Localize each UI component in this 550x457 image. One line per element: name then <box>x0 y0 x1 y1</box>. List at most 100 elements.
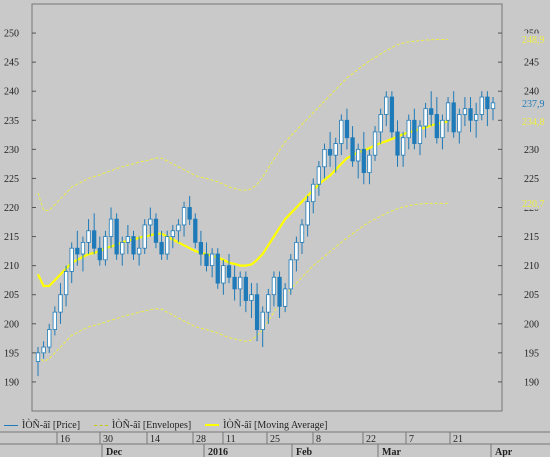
candle-body <box>423 108 428 127</box>
candle-body <box>400 137 406 156</box>
right-value-label: 237,9 <box>522 99 545 110</box>
candle-body <box>468 108 473 121</box>
candle-body <box>266 294 271 313</box>
y-tick-label-right: 210 <box>524 261 539 272</box>
y-axis-left: 190 195 200 205 210 215 220 225 230 235 240 245 250 <box>4 29 36 388</box>
candle-body <box>120 241 125 255</box>
candle-body <box>485 96 490 110</box>
plot-area <box>31 3 503 412</box>
y-tick-label-right: 230 <box>524 145 539 156</box>
candle-body <box>378 114 383 133</box>
legend-item-moving-average: ÌÒÑ-ãî [Moving Average] <box>205 420 327 431</box>
candle-body <box>316 166 322 185</box>
y-tick-label-left: 190 <box>4 377 19 388</box>
candle-body <box>389 96 395 133</box>
legend-label-price: ÌÒÑ-ãî [Price] <box>22 419 81 431</box>
candle-body <box>350 137 355 162</box>
candle-body <box>232 276 237 290</box>
candle-body <box>58 294 63 313</box>
candle-body <box>254 294 260 331</box>
y-tick-label-right: 240 <box>524 87 539 98</box>
candle-body <box>136 247 142 255</box>
candle-body <box>153 218 159 243</box>
candle-body <box>333 143 338 156</box>
x-day-tick-label: 8 <box>316 434 321 445</box>
y-tick-label-left: 245 <box>4 58 19 69</box>
candle-body <box>108 218 114 237</box>
candle-body <box>474 114 479 121</box>
candle-body <box>204 253 209 267</box>
candle-body <box>372 131 378 156</box>
y-tick-label-right: 190 <box>524 377 539 388</box>
candle-body <box>35 352 41 362</box>
x-axis: 16 30 14 28 11 25 8 22 7 21 Dec 2016 Feb Mar Apr <box>0 431 550 457</box>
candle-body <box>457 114 462 133</box>
x-month-label: Apr <box>495 447 513 457</box>
candle-body <box>193 218 198 243</box>
candle-body <box>339 119 344 144</box>
candle-body <box>260 311 265 330</box>
y-tick-label-left: 210 <box>4 261 19 272</box>
legend-swatch-envelopes <box>94 424 109 426</box>
candle-body <box>277 276 282 307</box>
candle <box>288 254 293 295</box>
candle-body <box>165 236 170 255</box>
legend-label-envelopes: ÌÒÑ-ãî [Envelopes] <box>112 419 192 431</box>
candle-body <box>479 96 484 115</box>
candle-body <box>361 148 366 174</box>
x-day-tick-label: 16 <box>60 434 70 445</box>
candle-body <box>406 119 411 139</box>
y-tick-label-right: 205 <box>524 290 539 301</box>
y-tick-label-left: 235 <box>4 116 19 127</box>
candle-body <box>395 131 400 156</box>
x-day-tick-label: 25 <box>270 434 280 445</box>
x-month-label: Feb <box>296 447 313 457</box>
candle-body <box>412 119 417 144</box>
candle-body <box>215 253 220 284</box>
candle-body <box>221 265 226 284</box>
y-tick-label-left: 215 <box>4 232 19 243</box>
candle-body <box>80 241 86 255</box>
candle-body <box>187 207 192 220</box>
candle-body <box>148 218 153 226</box>
candle <box>215 248 220 289</box>
candle-body <box>131 236 136 255</box>
candle-body <box>344 119 350 139</box>
y-tick-label-left: 220 <box>4 203 19 214</box>
candle-body <box>47 329 52 348</box>
x-day-tick-label: 7 <box>409 434 414 445</box>
candle-body <box>249 294 254 301</box>
candle-body <box>327 148 333 156</box>
x-day-tick-label: 21 <box>453 434 463 445</box>
legend-item-envelopes: ÌÒÑ-ãî [Envelopes] <box>94 420 191 431</box>
candle-body <box>451 102 456 133</box>
y-tick-label-left: 230 <box>4 145 19 156</box>
candle-body <box>305 201 310 226</box>
y-tick-label-left: 240 <box>4 87 19 98</box>
candle <box>389 91 395 138</box>
candle-body <box>299 224 305 243</box>
candle-body <box>238 276 243 290</box>
x-day-tick-label: 30 <box>103 434 113 445</box>
x-month-label: Mar <box>382 447 401 457</box>
y-tick-label-left: 200 <box>4 319 19 330</box>
candle-body <box>63 271 69 296</box>
candle-body <box>367 154 372 174</box>
x-month-label: 2016 <box>208 447 228 457</box>
candle-body <box>209 253 215 267</box>
candle-body <box>52 311 57 330</box>
candle-body <box>125 236 131 243</box>
x-day-tick-label: 28 <box>196 434 206 445</box>
x-month-label: Dec <box>106 447 123 457</box>
candle-body <box>170 230 175 237</box>
candle-body <box>434 114 439 139</box>
y-tick-label-left: 195 <box>4 348 19 359</box>
candle <box>114 213 119 260</box>
candle-body <box>384 96 389 115</box>
x-day-tick-label: 14 <box>150 434 160 445</box>
legend-label-moving-average: ÌÒÑ-ãî [Moving Average] <box>223 419 328 431</box>
legend: ÌÒÑ-ãî [Price] ÌÒÑ-ãî [Envelopes] ÌÒÑ-ãî… <box>4 418 341 432</box>
y-tick-label-right: 195 <box>524 348 539 359</box>
candle-body <box>103 236 108 261</box>
right-value-label: 248,9 <box>522 35 545 46</box>
